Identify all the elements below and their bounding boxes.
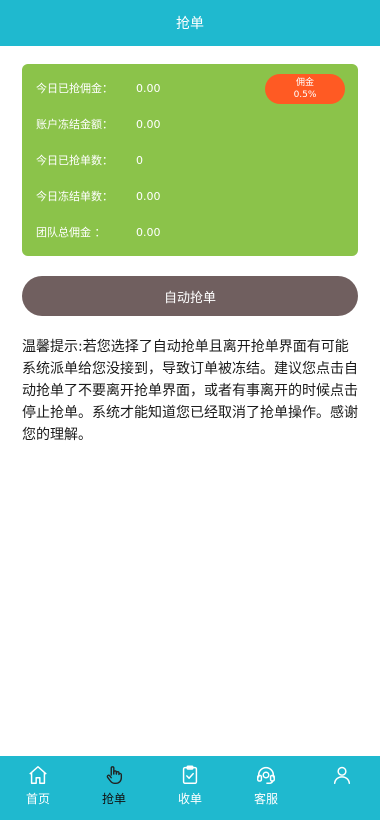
stat-label: 今日已抢单数： bbox=[36, 154, 113, 167]
stat-row-today-orders: 今日已抢单数： 0 bbox=[36, 150, 143, 170]
user-icon bbox=[333, 766, 351, 784]
stats-card: 今日已抢佣金： 0.00 账户冻结金额： 0.00 今日已抢单数： 0 今日冻结… bbox=[22, 64, 358, 256]
stat-value: 0.00 bbox=[136, 225, 161, 239]
stat-value: 0 bbox=[136, 153, 143, 167]
auto-grab-button-label: 自动抢单 bbox=[163, 290, 216, 306]
stat-value: 0.00 bbox=[136, 117, 161, 131]
bottom-tab-bar: 首页 抢单 收单 客服 bbox=[0, 756, 380, 820]
stat-row-frozen-orders: 今日冻结单数： 0.00 bbox=[36, 186, 161, 206]
header-bar: 抢单 bbox=[0, 0, 380, 46]
clipboard-check-icon bbox=[182, 765, 198, 784]
stat-label: 团队总佣金 ： bbox=[36, 226, 106, 239]
stat-label: 今日已抢佣金： bbox=[36, 82, 113, 95]
stat-row-team-commission: 团队总佣金 ： 0.00 bbox=[36, 222, 161, 242]
stat-row-frozen-amount: 账户冻结金额： 0.00 bbox=[36, 114, 161, 134]
stat-value: 0.00 bbox=[136, 189, 161, 203]
tab-home[interactable]: 首页 bbox=[0, 756, 76, 820]
stat-label: 今日冻结单数： bbox=[36, 190, 113, 203]
hand-pointer-icon bbox=[106, 766, 123, 784]
home-icon bbox=[29, 766, 47, 784]
tab-label: 客服 bbox=[253, 792, 278, 806]
stat-label: 账户冻结金额： bbox=[36, 118, 113, 131]
tab-label: 抢单 bbox=[101, 792, 126, 806]
tab-support[interactable]: 客服 bbox=[228, 756, 304, 820]
commission-badge-rate: 0.5% bbox=[293, 90, 317, 100]
auto-grab-button[interactable]: 自动抢单 bbox=[22, 276, 358, 316]
page-title: 抢单 bbox=[176, 16, 204, 32]
tab-receive[interactable]: 收单 bbox=[152, 756, 228, 820]
commission-rate-badge: 佣金 0.5% bbox=[265, 74, 345, 104]
tab-label: 首页 bbox=[25, 792, 50, 806]
commission-badge-label: 佣金 bbox=[295, 78, 314, 88]
tab-profile[interactable] bbox=[304, 756, 380, 820]
stat-value: 0.00 bbox=[136, 81, 161, 95]
tip-text: 温馨提示:若您选择了自动抢单且离开抢单界面有可能系统派单给您没接到，导致订单被冻… bbox=[22, 339, 358, 443]
tab-grab[interactable]: 抢单 bbox=[76, 756, 152, 820]
stat-row-today-commission: 今日已抢佣金： 0.00 bbox=[36, 78, 161, 98]
tab-label: 收单 bbox=[177, 792, 202, 806]
headset-icon bbox=[257, 767, 275, 784]
